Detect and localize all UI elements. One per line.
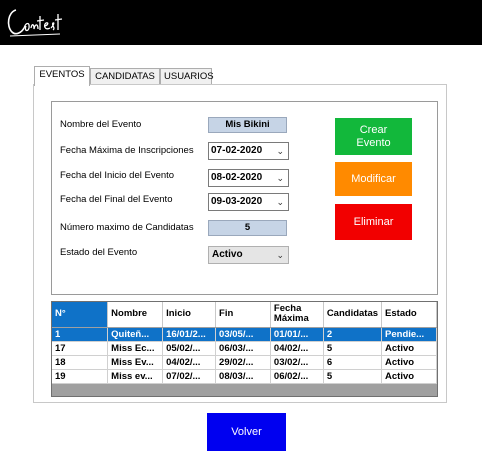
table-cell[interactable]: 29/02/...: [215, 355, 271, 370]
table-cell[interactable]: 5: [323, 341, 383, 356]
table-cell[interactable]: 5: [323, 369, 383, 384]
contest-logo: [7, 9, 63, 37]
volver-label: Volver: [231, 425, 262, 438]
table-cell[interactable]: 18: [52, 355, 109, 370]
table-cell[interactable]: 17: [52, 341, 109, 356]
table-cell[interactable]: Miss ev...: [107, 369, 164, 384]
fecha-maxima-picker[interactable]: 07-02-2020 ⌄: [208, 142, 289, 160]
modificar-button[interactable]: Modificar: [335, 162, 412, 196]
column-header-candidatas[interactable]: Candidatas: [323, 302, 383, 328]
table-cell[interactable]: 08/03/...: [215, 369, 271, 384]
chevron-down-icon[interactable]: ⌄: [276, 194, 284, 210]
table-cell[interactable]: 19: [52, 369, 109, 384]
table-row[interactable]: 18 Miss Ev... 04/02/... 29/02/... 03/02/…: [52, 355, 437, 370]
table-cell[interactable]: Quiteñ...: [107, 327, 164, 342]
table-cell[interactable]: 2: [323, 327, 383, 342]
table-cell[interactable]: 05/02/...: [162, 341, 217, 356]
nombre-evento-label: Nombre del Evento: [60, 119, 142, 130]
fecha-inicio-value: 08-02-2020: [211, 172, 263, 183]
numero-max-label: Número maximo de Candidatas: [60, 222, 194, 233]
chevron-down-icon[interactable]: ⌄: [276, 143, 284, 159]
table-cell[interactable]: 07/02/...: [162, 369, 217, 384]
crear-evento-label: Crear Evento: [356, 123, 391, 149]
table-row[interactable]: 17 Miss Ec... 05/02/... 06/03/... 04/02/…: [52, 341, 437, 356]
table-cell[interactable]: Activo: [381, 355, 437, 370]
estado-evento-value: Activo: [212, 249, 243, 260]
table-cell[interactable]: 06/02/...: [270, 369, 324, 384]
chevron-down-icon[interactable]: ⌄: [276, 170, 284, 186]
table-cell[interactable]: 03/02/...: [270, 355, 324, 370]
estado-evento-label: Estado del Evento: [60, 247, 138, 258]
modificar-label: Modificar: [351, 172, 396, 185]
table-cell[interactable]: 04/02/...: [270, 341, 324, 356]
column-header-numero[interactable]: N°: [52, 302, 109, 328]
fecha-inicio-label: Fecha del Inicio del Evento: [60, 170, 175, 181]
numero-max-field[interactable]: 5: [208, 220, 287, 236]
table-cell[interactable]: 04/02/...: [162, 355, 217, 370]
fecha-final-value: 09-03-2020: [211, 196, 263, 207]
table-cell[interactable]: Activo: [381, 341, 437, 356]
fecha-final-label: Fecha del Final del Evento: [60, 194, 173, 205]
table-row[interactable]: 19 Miss ev... 07/02/... 08/03/... 06/02/…: [52, 369, 437, 384]
table-cell[interactable]: 06/03/...: [215, 341, 271, 356]
nombre-evento-field[interactable]: Mis Bikini: [208, 117, 287, 133]
column-header-nombre[interactable]: Nombre: [107, 302, 164, 328]
fecha-inicio-picker[interactable]: 08-02-2020 ⌄: [208, 169, 289, 187]
crear-evento-button[interactable]: Crear Evento: [335, 118, 412, 155]
table-cell[interactable]: 6: [323, 355, 383, 370]
eliminar-label: Eliminar: [353, 215, 394, 228]
table-cell[interactable]: 01/01/...: [270, 327, 324, 342]
table-header-row: N° Nombre Inicio Fin Fecha Máxima Candid…: [52, 302, 437, 328]
table-row[interactable]: 1 Quiteñ... 16/01/2... 03/05/... 01/01/.…: [52, 327, 437, 342]
app-header: [0, 0, 482, 45]
table-cell[interactable]: Activo: [381, 369, 437, 384]
events-table[interactable]: N° Nombre Inicio Fin Fecha Máxima Candid…: [51, 301, 438, 397]
column-header-inicio[interactable]: Inicio: [162, 302, 217, 328]
column-header-fecha-maxima[interactable]: Fecha Máxima: [270, 302, 324, 328]
column-header-fin[interactable]: Fin: [215, 302, 271, 328]
fecha-final-picker[interactable]: 09-03-2020 ⌄: [208, 193, 289, 211]
fecha-maxima-value: 07-02-2020: [211, 145, 263, 156]
chevron-down-icon[interactable]: ⌄: [276, 247, 284, 263]
table-cell[interactable]: 1: [52, 327, 109, 342]
volver-button[interactable]: Volver: [207, 413, 286, 451]
table-cell[interactable]: Miss Ev...: [107, 355, 164, 370]
column-header-estado[interactable]: Estado: [381, 302, 437, 328]
tab-candidatas[interactable]: CANDIDATAS: [90, 68, 160, 85]
table-cell[interactable]: 03/05/...: [215, 327, 271, 342]
table-cell[interactable]: 16/01/2...: [162, 327, 217, 342]
table-cell[interactable]: Miss Ec...: [107, 341, 164, 356]
fecha-maxima-label: Fecha Máxima de Inscripciones: [60, 145, 194, 156]
estado-evento-select[interactable]: Activo ⌄: [208, 246, 289, 264]
tab-usuarios[interactable]: USUARIOS: [160, 68, 214, 85]
eliminar-button[interactable]: Eliminar: [335, 204, 412, 240]
table-cell[interactable]: Pendie...: [381, 327, 437, 342]
tab-eventos[interactable]: EVENTOS: [34, 66, 90, 86]
